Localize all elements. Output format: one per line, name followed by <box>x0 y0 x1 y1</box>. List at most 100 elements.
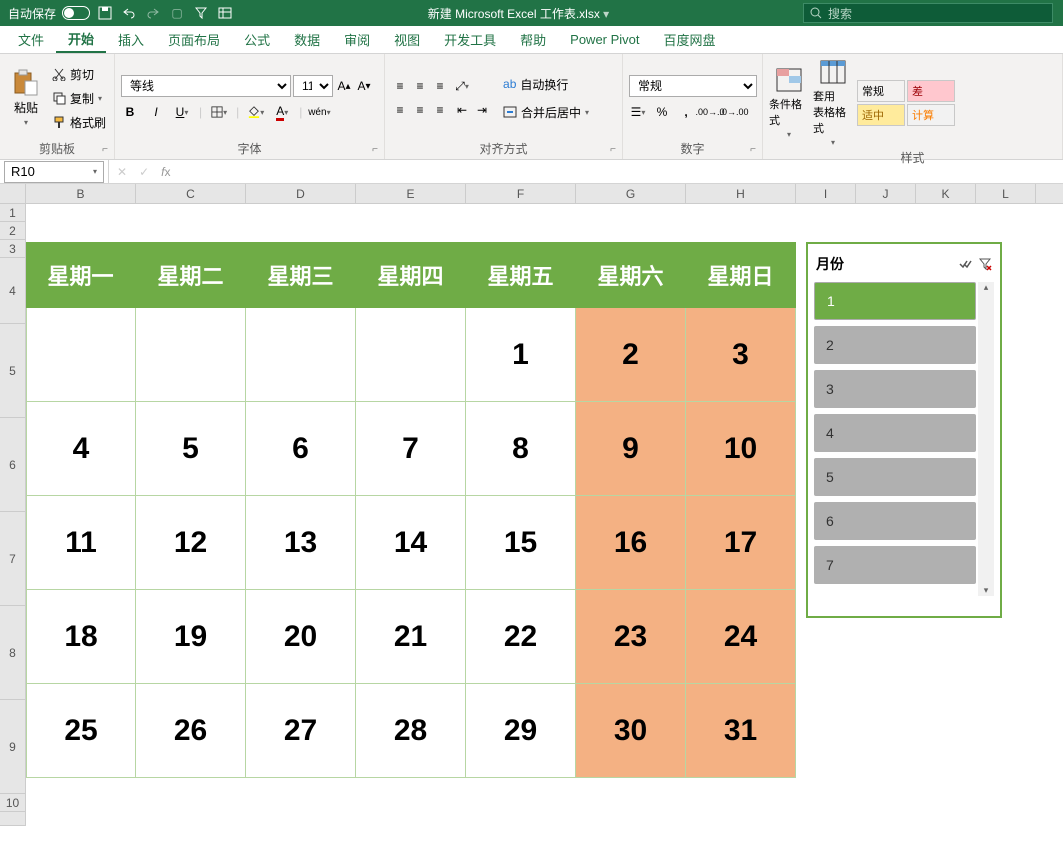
copy-button[interactable]: 复制▾ <box>50 87 108 109</box>
comma-icon[interactable]: , <box>677 103 695 121</box>
row-header[interactable]: 2 <box>0 222 26 240</box>
tab-页面布局[interactable]: 页面布局 <box>156 26 232 53</box>
font-color-button[interactable]: A▾ <box>273 103 291 121</box>
border-button[interactable]: ▾ <box>210 103 228 121</box>
slicer-item[interactable]: 4 <box>814 414 976 452</box>
slicer-item[interactable]: 3 <box>814 370 976 408</box>
align-left-icon[interactable]: ≡ <box>391 101 409 119</box>
col-header[interactable]: B <box>26 184 136 203</box>
calendar-cell[interactable]: 23 <box>576 590 686 684</box>
col-header[interactable]: K <box>916 184 976 203</box>
style-calc[interactable]: 计算 <box>907 104 955 126</box>
calendar-cell[interactable]: 15 <box>466 496 576 590</box>
save-icon[interactable] <box>96 4 114 22</box>
calendar-cell[interactable]: 26 <box>136 684 246 778</box>
decrease-indent-icon[interactable]: ⇤ <box>453 101 471 119</box>
calendar-cell[interactable]: 16 <box>576 496 686 590</box>
col-header[interactable]: E <box>356 184 466 203</box>
dialog-launcher-icon[interactable]: ⌐ <box>750 144 756 155</box>
calendar-cell[interactable]: 9 <box>576 402 686 496</box>
row-header[interactable]: 3 <box>0 240 26 258</box>
row-header[interactable]: 5 <box>0 324 26 418</box>
calendar-cell[interactable]: 25 <box>26 684 136 778</box>
table-format-button[interactable]: 套用 表格格式▾ <box>813 58 853 147</box>
increase-decimal-icon[interactable]: .00→.0 <box>701 103 719 121</box>
percent-icon[interactable]: % <box>653 103 671 121</box>
align-right-icon[interactable]: ≡ <box>431 101 449 119</box>
format-painter-button[interactable]: 格式刷 <box>50 111 108 133</box>
merge-center-button[interactable]: 合并后居中▾ <box>501 101 591 123</box>
autosave-toggle[interactable] <box>62 6 90 20</box>
select-all-corner[interactable] <box>0 184 26 203</box>
calendar-cell[interactable]: 19 <box>136 590 246 684</box>
row-header[interactable]: 9 <box>0 700 26 794</box>
col-header[interactable]: C <box>136 184 246 203</box>
calendar-cell[interactable]: 31 <box>686 684 796 778</box>
calendar-cell[interactable]: 13 <box>246 496 356 590</box>
number-format-select[interactable]: 常规 <box>629 75 757 97</box>
col-header[interactable]: L <box>976 184 1036 203</box>
slicer-item[interactable]: 2 <box>814 326 976 364</box>
calendar-cell[interactable] <box>136 308 246 402</box>
calendar-cell[interactable]: 10 <box>686 402 796 496</box>
align-bottom-icon[interactable]: ≡ <box>431 77 449 95</box>
font-size-select[interactable]: 11 <box>293 75 333 97</box>
dialog-launcher-icon[interactable]: ⌐ <box>102 144 108 155</box>
slicer-scrollbar[interactable]: ▴▾ <box>978 282 994 596</box>
calendar-cell[interactable] <box>26 308 136 402</box>
col-header[interactable]: J <box>856 184 916 203</box>
style-neutral[interactable]: 适中 <box>857 104 905 126</box>
calendar-cell[interactable]: 4 <box>26 402 136 496</box>
style-bad[interactable]: 差 <box>907 80 955 102</box>
calendar-cell[interactable]: 18 <box>26 590 136 684</box>
redo-icon[interactable] <box>144 4 162 22</box>
row-header[interactable]: 1 <box>0 204 26 222</box>
calendar-cell[interactable]: 14 <box>356 496 466 590</box>
row-header[interactable]: 8 <box>0 606 26 700</box>
filter-icon[interactable] <box>192 4 210 22</box>
tab-审阅[interactable]: 审阅 <box>332 26 382 53</box>
increase-indent-icon[interactable]: ⇥ <box>473 101 491 119</box>
calendar-cell[interactable] <box>356 308 466 402</box>
tab-插入[interactable]: 插入 <box>106 26 156 53</box>
slicer-item[interactable]: 6 <box>814 502 976 540</box>
row-header[interactable]: 4 <box>0 258 26 324</box>
col-header[interactable]: F <box>466 184 576 203</box>
currency-icon[interactable]: ☰▾ <box>629 103 647 121</box>
slicer-item[interactable]: 1 <box>814 282 976 320</box>
tab-开发工具[interactable]: 开发工具 <box>432 26 508 53</box>
tab-公式[interactable]: 公式 <box>232 26 282 53</box>
col-header[interactable]: G <box>576 184 686 203</box>
calendar-cell[interactable]: 22 <box>466 590 576 684</box>
dialog-launcher-icon[interactable]: ⌐ <box>610 144 616 155</box>
fx-icon[interactable]: fx <box>161 165 170 179</box>
col-header[interactable]: D <box>246 184 356 203</box>
row-header[interactable]: 6 <box>0 418 26 512</box>
calendar-cell[interactable]: 6 <box>246 402 356 496</box>
name-box[interactable]: R10▾ <box>4 161 104 183</box>
conditional-format-button[interactable]: 条件格式▾ <box>769 58 809 147</box>
enter-icon[interactable]: ✓ <box>139 165 149 179</box>
decrease-decimal-icon[interactable]: .0→.00 <box>725 103 743 121</box>
cut-button[interactable]: 剪切 <box>50 63 108 85</box>
calendar-cell[interactable]: 12 <box>136 496 246 590</box>
align-top-icon[interactable]: ≡ <box>391 77 409 95</box>
align-middle-icon[interactable]: ≡ <box>411 77 429 95</box>
calendar-cell[interactable]: 27 <box>246 684 356 778</box>
clear-filter-icon[interactable] <box>978 257 992 271</box>
align-center-icon[interactable]: ≡ <box>411 101 429 119</box>
table-icon[interactable] <box>216 4 234 22</box>
calendar-cell[interactable]: 5 <box>136 402 246 496</box>
calendar-cell[interactable]: 2 <box>576 308 686 402</box>
decrease-font-icon[interactable]: A▾ <box>355 77 373 95</box>
row-header[interactable] <box>0 812 26 826</box>
tab-数据[interactable]: 数据 <box>282 26 332 53</box>
tab-开始[interactable]: 开始 <box>56 26 106 53</box>
tab-Power Pivot[interactable]: Power Pivot <box>558 26 651 53</box>
underline-button[interactable]: U▾ <box>173 103 191 121</box>
calendar-cell[interactable]: 29 <box>466 684 576 778</box>
calendar-cell[interactable]: 1 <box>466 308 576 402</box>
tab-百度网盘[interactable]: 百度网盘 <box>652 26 728 53</box>
italic-button[interactable]: I <box>147 103 165 121</box>
calendar-cell[interactable]: 11 <box>26 496 136 590</box>
